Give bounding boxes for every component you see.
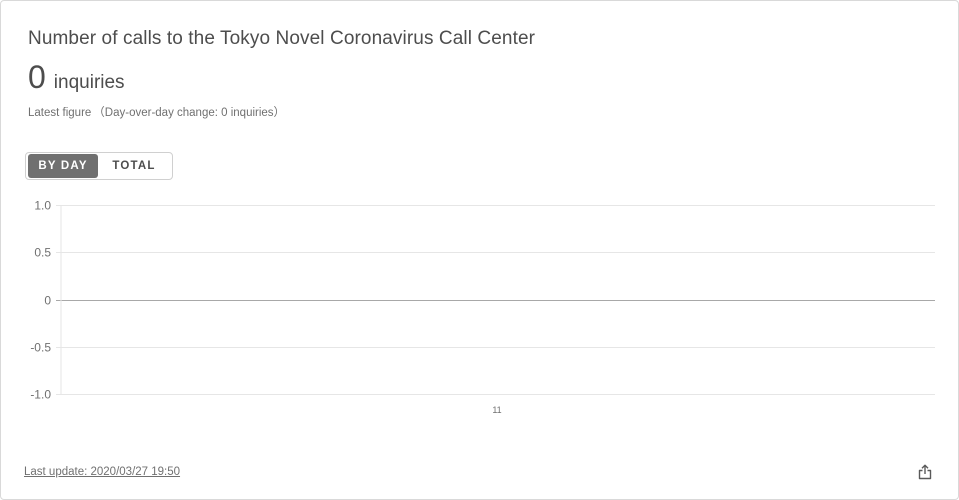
- grid-lines: [56, 205, 935, 395]
- day-over-day-change: （Day-over-day change: 0 inquiries）: [93, 107, 286, 119]
- latest-unit: inquiries: [53, 72, 125, 93]
- y-tick-label: 1.0: [34, 199, 51, 213]
- latest-number: 0: [28, 59, 46, 95]
- x-tick-labels: 11: [492, 405, 501, 415]
- y-tick-labels: 1.0 0.5 0 -0.5 -1.0: [30, 199, 51, 402]
- last-update-link[interactable]: Last update: 2020/03/27 19:50: [24, 466, 180, 478]
- share-button[interactable]: [916, 463, 934, 481]
- calls-chart: 1.0 0.5 0 -0.5 -1.0 11: [30, 199, 935, 415]
- share-icon: [918, 464, 932, 480]
- y-tick-label: -0.5: [30, 341, 51, 355]
- chart-card: Number of calls to the Tokyo Novel Coron…: [0, 0, 959, 500]
- x-tick-label: 11: [492, 405, 501, 415]
- latest-value: 0 inquiries: [28, 59, 125, 96]
- view-toggle: BY DAY TOTAL: [25, 152, 173, 180]
- y-tick-label: 0.5: [34, 246, 51, 260]
- total-button[interactable]: TOTAL: [98, 154, 170, 178]
- latest-label: Latest figure: [28, 107, 92, 119]
- latest-caption: Latest figure （Day-over-day change: 0 inq…: [28, 104, 285, 120]
- card-title: Number of calls to the Tokyo Novel Coron…: [28, 28, 536, 49]
- y-tick-label: -1.0: [30, 388, 51, 402]
- y-tick-label: 0: [44, 294, 51, 308]
- by-day-button[interactable]: BY DAY: [28, 154, 99, 178]
